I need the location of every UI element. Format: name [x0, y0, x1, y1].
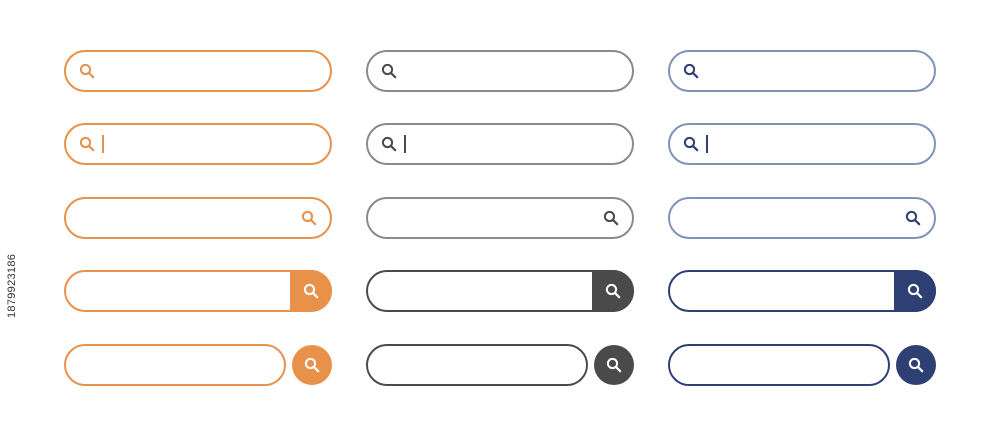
- search-bar-navy-icon-left-with-caret[interactable]: [668, 123, 936, 165]
- search-icon: [908, 357, 924, 373]
- search-input[interactable]: [84, 356, 266, 374]
- search-bar-navy-separate-round-button[interactable]: [668, 344, 890, 386]
- search-icon: [378, 60, 400, 82]
- search-icon: [680, 60, 702, 82]
- search-bar-orange-icon-right[interactable]: [64, 197, 332, 239]
- search-icon[interactable]: [902, 207, 924, 229]
- search-input[interactable]: [84, 209, 282, 227]
- search-icon: [605, 283, 621, 299]
- search-input[interactable]: [106, 62, 314, 80]
- search-bar-navy-icon-right[interactable]: [668, 197, 936, 239]
- search-bar-orange-icon-left[interactable]: [64, 50, 332, 92]
- search-input[interactable]: [408, 135, 616, 153]
- search-icon: [606, 357, 622, 373]
- search-input[interactable]: [408, 62, 616, 80]
- text-caret: [102, 135, 104, 153]
- search-button[interactable]: [592, 270, 634, 312]
- search-bar-orange-attached-button[interactable]: [64, 270, 332, 312]
- search-input[interactable]: [386, 282, 574, 300]
- search-bar-orange-icon-left-with-caret[interactable]: [64, 123, 332, 165]
- search-icon: [304, 357, 320, 373]
- search-input[interactable]: [688, 209, 886, 227]
- search-icon[interactable]: [600, 207, 622, 229]
- search-button[interactable]: [594, 345, 634, 385]
- search-icon: [76, 60, 98, 82]
- search-icon: [907, 283, 923, 299]
- search-input[interactable]: [710, 135, 918, 153]
- search-bar-navy-icon-left[interactable]: [668, 50, 936, 92]
- text-caret: [404, 135, 406, 153]
- search-button[interactable]: [290, 270, 332, 312]
- search-button[interactable]: [894, 270, 936, 312]
- search-bar-orange-separate-round-button[interactable]: [64, 344, 286, 386]
- search-icon: [303, 283, 319, 299]
- search-icon: [76, 133, 98, 155]
- search-input[interactable]: [386, 356, 568, 374]
- text-caret: [706, 135, 708, 153]
- search-bar-gray-icon-right[interactable]: [366, 197, 634, 239]
- search-icon: [378, 133, 400, 155]
- search-input[interactable]: [710, 62, 918, 80]
- search-bar-gray-separate-round-button[interactable]: [366, 344, 588, 386]
- search-icon: [680, 133, 702, 155]
- search-input[interactable]: [106, 135, 314, 153]
- search-button[interactable]: [292, 345, 332, 385]
- search-input[interactable]: [84, 282, 272, 300]
- search-input[interactable]: [688, 282, 876, 300]
- search-bar-navy-attached-button[interactable]: [668, 270, 936, 312]
- search-bar-gray-icon-left-with-caret[interactable]: [366, 123, 634, 165]
- search-button[interactable]: [896, 345, 936, 385]
- search-input[interactable]: [386, 209, 584, 227]
- search-bar-collection: 1879923186: [0, 0, 1000, 436]
- search-bar-gray-icon-left[interactable]: [366, 50, 634, 92]
- stock-id-label: 1879923186: [6, 253, 18, 318]
- search-icon[interactable]: [298, 207, 320, 229]
- search-bar-gray-attached-button[interactable]: [366, 270, 634, 312]
- search-input[interactable]: [688, 356, 870, 374]
